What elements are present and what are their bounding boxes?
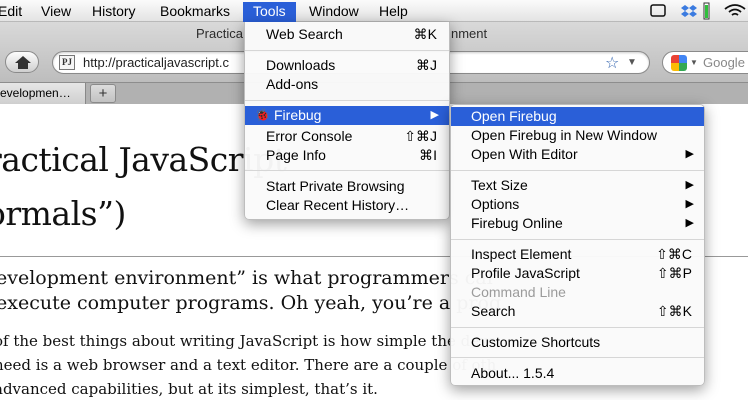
menu-item-web-search[interactable]: Web Search ⌘K — [245, 25, 449, 44]
submenu-arrow-icon: ▶ — [685, 179, 694, 191]
tools-menu: Web Search ⌘K Downloads ⌘J Add-ons 🐞 Fir… — [244, 22, 450, 220]
menu-item-downloads[interactable]: Downloads ⌘J — [245, 56, 449, 75]
menu-separator — [245, 100, 449, 101]
home-button[interactable] — [5, 51, 39, 73]
menu-item-start-private-browsing[interactable]: Start Private Browsing — [245, 177, 449, 196]
site-favicon: PJ — [59, 55, 75, 70]
menu-item-search[interactable]: Search ⇧⌘K — [451, 302, 704, 321]
menu-item-options[interactable]: Options ▶ — [451, 195, 704, 214]
battery-indicator-icon[interactable] — [702, 2, 712, 20]
menu-history[interactable]: History — [92, 2, 136, 22]
menu-item-command-line: Command Line — [471, 284, 566, 300]
body-paragraph-line1: of the best things about writing JavaScr… — [0, 332, 497, 350]
menu-separator — [451, 170, 704, 171]
menu-item-error-console[interactable]: Error Console ⇧⌘J — [245, 127, 449, 146]
body-paragraph-line2: need is a web browser and a text editor.… — [0, 356, 497, 374]
menu-tools[interactable]: Tools — [243, 2, 296, 22]
menu-item-open-with-editor[interactable]: Open With Editor ▶ — [451, 145, 704, 164]
menu-item-firebug[interactable]: 🐞 Firebug ▶ — [245, 106, 449, 125]
bookmark-star-icon[interactable]: ☆ — [605, 53, 619, 73]
body-paragraph-line3: advanced capabilities, but at its simple… — [0, 380, 378, 398]
menu-view[interactable]: View — [41, 2, 71, 22]
lead-paragraph-line2: execute computer programs. Oh yeah, you’… — [0, 292, 502, 314]
menu-separator — [451, 357, 704, 358]
menu-item-clear-recent-history[interactable]: Clear Recent History… — [245, 196, 449, 215]
menu-bookmarks[interactable]: Bookmarks — [160, 2, 230, 22]
google-icon[interactable] — [671, 55, 687, 71]
dropbox-icon[interactable] — [680, 2, 698, 20]
home-icon — [15, 56, 31, 69]
tab-active[interactable]: evelopmen… — [0, 83, 86, 104]
menu-edit[interactable]: Edit — [0, 2, 22, 22]
menu-item-open-firebug-new-window[interactable]: Open Firebug in New Window — [451, 126, 704, 145]
menu-separator — [451, 239, 704, 240]
search-input[interactable]: Google — [703, 55, 745, 70]
screen-icon[interactable] — [650, 2, 666, 20]
menu-item-customize-shortcuts[interactable]: Customize Shortcuts — [451, 333, 704, 352]
search-bar[interactable]: ▼ Google — [662, 51, 748, 74]
lead-paragraph-line1: evelopment environment” is what programm… — [0, 267, 493, 289]
menu-item-profile-javascript[interactable]: Profile JavaScript ⇧⌘P — [451, 264, 704, 283]
menu-item-inspect-element[interactable]: Inspect Element ⇧⌘C — [451, 245, 704, 264]
menu-separator — [245, 50, 449, 51]
submenu-arrow-icon: ▶ — [685, 217, 694, 229]
firebug-icon: 🐞 — [255, 108, 270, 122]
firebug-submenu: Open Firebug Open Firebug in New Window … — [450, 104, 705, 386]
menu-window[interactable]: Window — [309, 2, 359, 22]
menu-item-text-size[interactable]: Text Size ▶ — [451, 176, 704, 195]
search-engine-dropdown-icon[interactable]: ▼ — [690, 58, 698, 67]
menu-item-page-info[interactable]: Page Info ⌘I — [245, 146, 449, 165]
submenu-arrow-icon: ▶ — [685, 148, 694, 160]
url-text[interactable]: http://practicaljavascript.c — [83, 55, 229, 70]
menu-item-about[interactable]: About... 1.5.4 — [451, 364, 704, 383]
new-tab-button[interactable]: + — [90, 84, 116, 103]
submenu-arrow-icon: ▶ — [685, 198, 694, 210]
menu-separator — [451, 327, 704, 328]
page-heading-line2: ormals”) — [0, 194, 126, 233]
submenu-arrow-icon: ▶ — [430, 109, 439, 121]
wifi-icon[interactable] — [722, 2, 748, 20]
menu-item-firebug-online[interactable]: Firebug Online ▶ — [451, 214, 704, 233]
menu-item-add-ons[interactable]: Add-ons — [245, 75, 449, 94]
menu-separator — [245, 170, 449, 171]
url-dropdown-icon[interactable]: ▼ — [627, 57, 637, 68]
menu-item-open-firebug[interactable]: Open Firebug — [451, 107, 704, 126]
menubar: Edit View History Bookmarks Tools Window… — [0, 0, 748, 22]
menu-help[interactable]: Help — [379, 2, 408, 22]
